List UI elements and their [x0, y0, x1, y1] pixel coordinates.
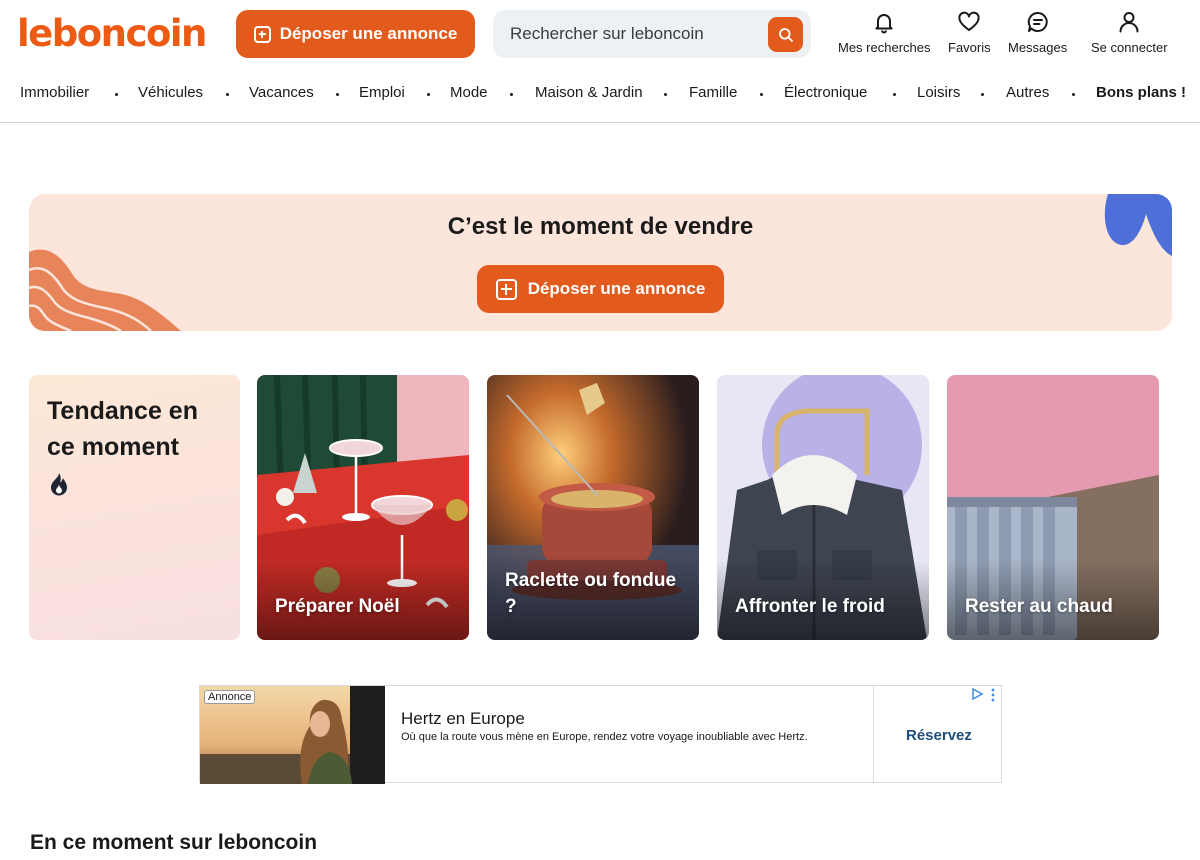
- my-searches-button[interactable]: Mes recherches: [838, 10, 930, 55]
- trend-tile-chaud[interactable]: Rester au chaud: [947, 375, 1159, 640]
- hertz-ad[interactable]: Annonce Hertz en Europe Où que la route …: [199, 685, 1002, 784]
- messages-button[interactable]: Messages: [1008, 10, 1067, 55]
- trend-tile-label: Rester au chaud: [965, 596, 1113, 617]
- ad-tag: Annonce: [204, 690, 256, 704]
- ad-book-button[interactable]: Réservez: [906, 727, 972, 744]
- ad-divider: [873, 686, 874, 784]
- my-searches-label: Mes recherches: [838, 40, 931, 55]
- nav-item-autres[interactable]: Autres: [1006, 84, 1049, 101]
- nav-separator: [664, 93, 667, 96]
- nav-separator: [760, 93, 763, 96]
- nav-item-bons-plans[interactable]: Bons plans !: [1096, 84, 1186, 101]
- nav-separator: [427, 93, 430, 96]
- post-ad-label: Déposer une annonce: [279, 24, 458, 43]
- nav-item-electronique[interactable]: Électronique: [784, 84, 867, 101]
- chat-bubble-icon: [1027, 11, 1048, 32]
- nav-separator: [510, 93, 513, 96]
- post-ad-button[interactable]: Déposer une annonce: [236, 10, 475, 58]
- search-bar: [493, 10, 811, 58]
- leboncoin-logo[interactable]: leboncoin: [17, 12, 207, 55]
- plus-square-icon: [495, 278, 517, 300]
- user-icon: [1119, 12, 1139, 33]
- nav-separator: [981, 93, 984, 96]
- category-nav: Immobilier Véhicules Vacances Emploi Mod…: [0, 84, 1200, 106]
- messages-label: Messages: [1008, 40, 1068, 55]
- nav-separator: [115, 93, 118, 96]
- banner-post-ad-label: Déposer une annonce: [527, 279, 706, 298]
- trend-tile-froid[interactable]: Affronter le froid: [717, 375, 929, 640]
- search-button[interactable]: [768, 17, 803, 52]
- nav-item-vacances[interactable]: Vacances: [249, 84, 314, 101]
- nav-item-mode[interactable]: Mode: [450, 84, 488, 101]
- nav-item-famille[interactable]: Famille: [689, 84, 737, 101]
- trend-tile-raclette[interactable]: Raclette ou fondue ?: [487, 375, 699, 640]
- section-title: En ce moment sur leboncoin: [30, 831, 318, 854]
- banner-post-ad-button[interactable]: Déposer une annonce: [477, 265, 724, 313]
- flame-icon: [51, 473, 67, 496]
- header: leboncoin Déposer une annonce Mes recher…: [0, 0, 1200, 123]
- nav-separator: [893, 93, 896, 96]
- search-input[interactable]: [510, 24, 760, 44]
- trend-tile-label: Préparer Noël: [275, 596, 400, 617]
- trend-tile-label: Affronter le froid: [735, 596, 885, 617]
- trending-title: Tendance en ce moment: [47, 397, 198, 461]
- favorites-label: Favoris: [948, 40, 991, 55]
- plus-square-icon: [253, 25, 271, 43]
- heart-icon: [958, 11, 980, 31]
- nav-item-maison-jardin[interactable]: Maison & Jardin: [535, 84, 643, 101]
- sell-banner: C’est le moment de vendre Déposer une an…: [29, 194, 1172, 331]
- nav-separator: [1072, 93, 1075, 96]
- nav-separator: [336, 93, 339, 96]
- trending-card: Tendance en ce moment: [29, 375, 240, 640]
- banner-title: C’est le moment de vendre: [447, 213, 754, 240]
- search-icon: [778, 27, 793, 42]
- nav-separator: [226, 93, 229, 96]
- ad-image: Annonce: [200, 686, 385, 784]
- ad-title: Hertz en Europe: [401, 709, 525, 728]
- ad-choices-icon[interactable]: [971, 688, 997, 702]
- login-label: Se connecter: [1091, 40, 1168, 55]
- trend-tile-noel[interactable]: Préparer Noël: [257, 375, 469, 640]
- bell-icon: [875, 14, 893, 34]
- nav-item-immobilier[interactable]: Immobilier: [20, 84, 89, 101]
- nav-item-loisirs[interactable]: Loisirs: [917, 84, 960, 101]
- ad-description: Où que la route vous mène en Europe, ren…: [401, 731, 808, 743]
- trend-tile-label: Raclette ou fondue ?: [505, 570, 677, 617]
- nav-item-vehicules[interactable]: Véhicules: [138, 84, 203, 101]
- login-button[interactable]: Se connecter: [1091, 10, 1168, 55]
- favorites-button[interactable]: Favoris: [948, 10, 991, 55]
- nav-item-emploi[interactable]: Emploi: [359, 84, 405, 101]
